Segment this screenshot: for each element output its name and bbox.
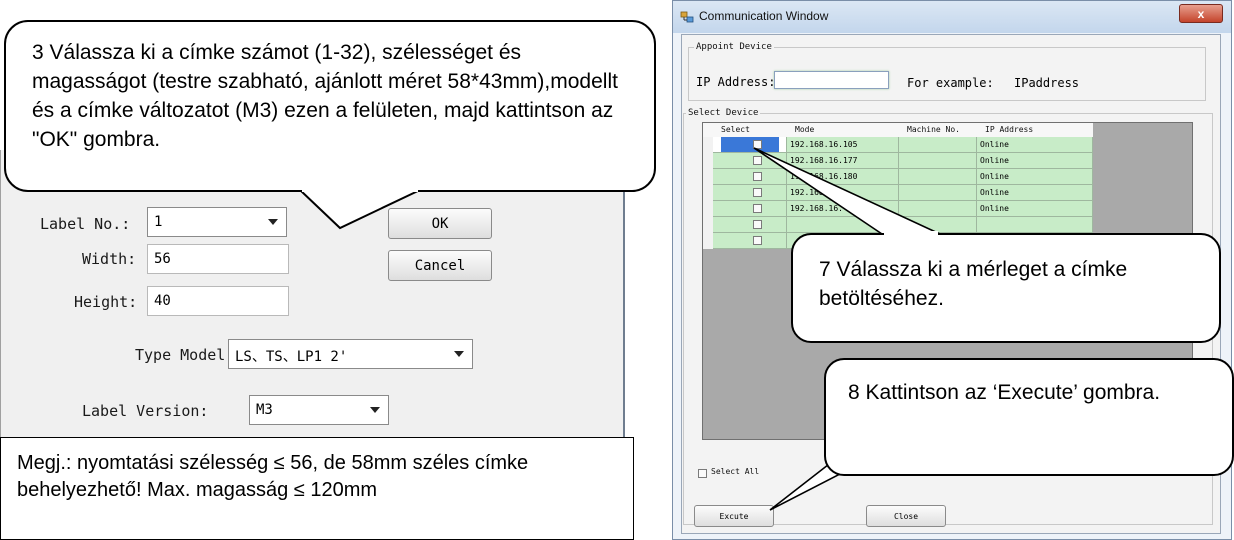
pointer-join (884, 231, 938, 235)
callout-step3: 3 Válassza ki a címke számot (1-32), szé… (4, 20, 656, 192)
pointer-join (302, 188, 418, 192)
callout-step7-text: 7 Válassza ki a mérleget a címke betölté… (819, 258, 1128, 310)
callout-step8: 8 Kattintson az ‘Execute’ gombra. (824, 358, 1234, 476)
callout-step7: 7 Válassza ki a mérleget a címke betölté… (791, 233, 1221, 343)
note-text: Megj.: nyomtatási szélesség ≤ 56, de 58m… (17, 452, 529, 501)
callout-step3-text: 3 Válassza ki a címke számot (1-32), szé… (32, 41, 618, 151)
step3-pointer (297, 189, 421, 230)
note-box: Megj.: nyomtatási szélesség ≤ 56, de 58m… (0, 437, 634, 540)
step7-pointer (753, 147, 941, 235)
callout-step8-text: 8 Kattintson az ‘Execute’ gombra. (848, 381, 1161, 404)
